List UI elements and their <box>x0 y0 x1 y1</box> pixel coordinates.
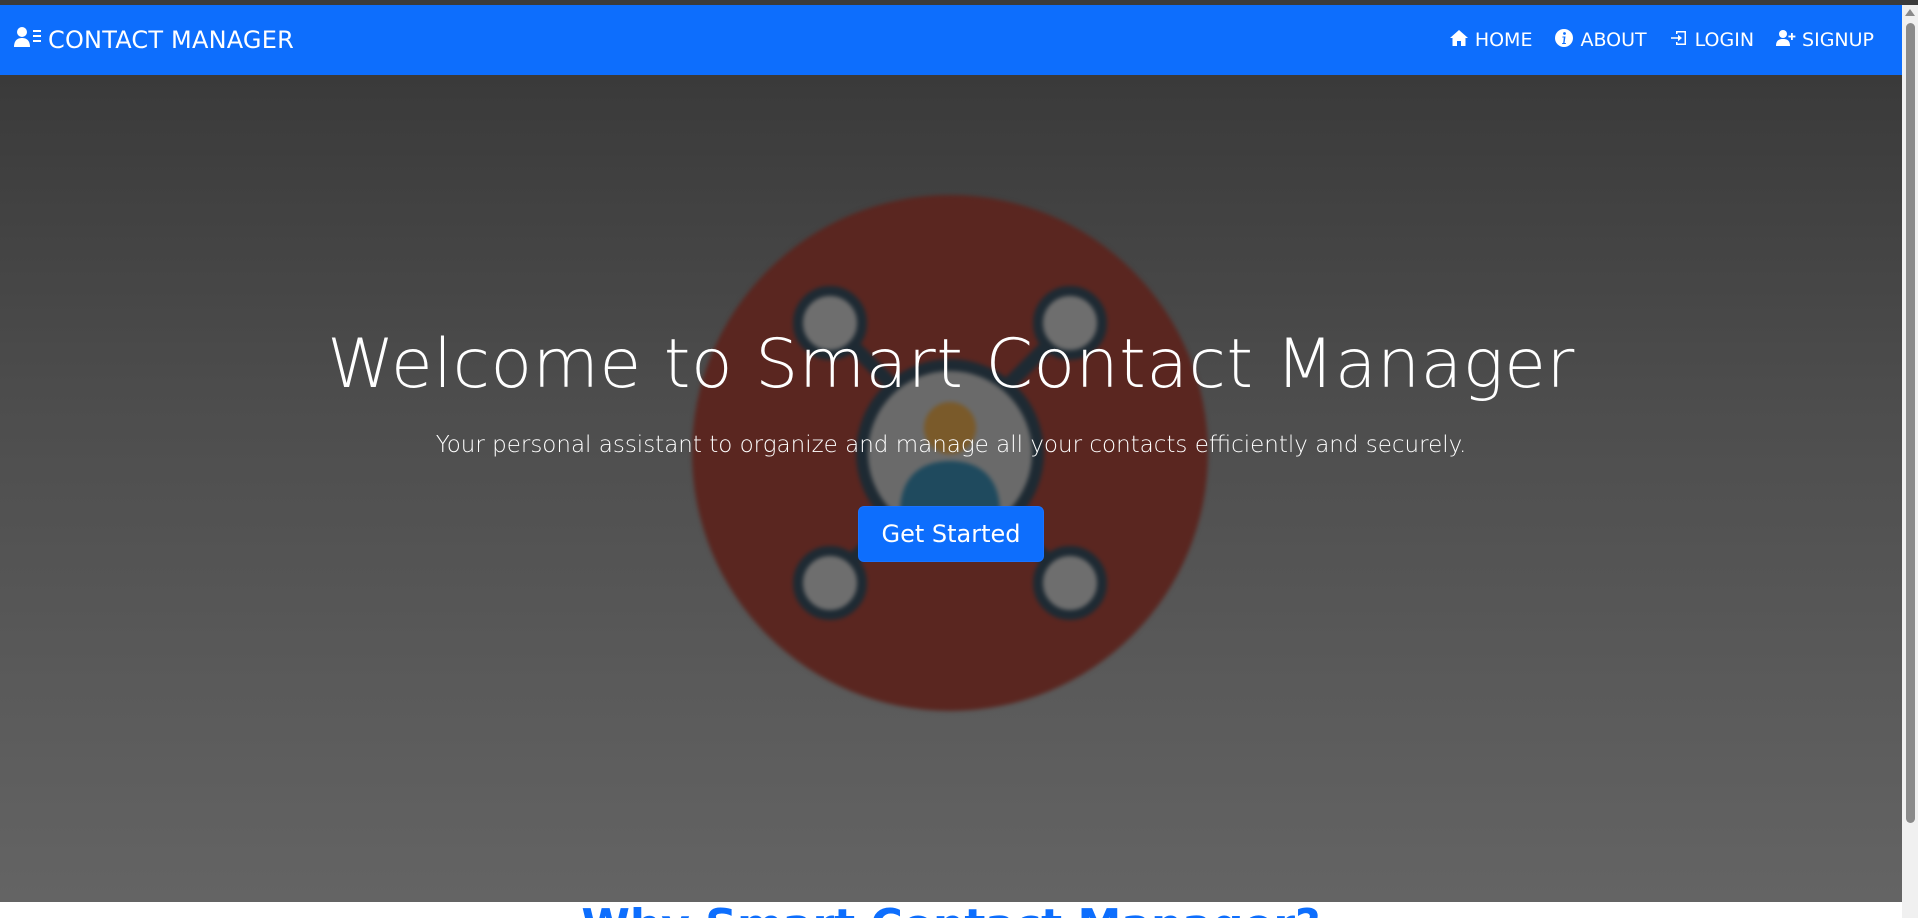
get-started-button[interactable]: Get Started <box>858 506 1044 562</box>
next-section-heading: Why Smart Contact Manager? <box>581 904 1320 918</box>
nav-about-link[interactable]: ABOUT <box>1554 28 1647 53</box>
nav-about-label: ABOUT <box>1580 29 1647 51</box>
user-list-icon <box>14 26 42 54</box>
nav-links: HOME ABOUT LOGIN SIGNUP <box>1449 28 1874 53</box>
hero-subtitle: Your personal assistant to organize and … <box>435 432 1467 458</box>
brand-label: CONTACT MANAGER <box>48 26 294 54</box>
nav-login-label: LOGIN <box>1694 29 1755 51</box>
scroll-up-arrow-icon[interactable] <box>1905 9 1915 16</box>
nav-home-label: HOME <box>1474 29 1533 51</box>
brand[interactable]: CONTACT MANAGER <box>14 26 294 54</box>
nav-signup-link[interactable]: SIGNUP <box>1776 28 1874 53</box>
nav-login-link[interactable]: LOGIN <box>1669 28 1754 53</box>
page-scrollbar[interactable] <box>1902 5 1918 918</box>
scrollbar-thumb[interactable] <box>1906 23 1915 823</box>
navbar: CONTACT MANAGER HOME ABOUT LOGIN SIGNUP <box>0 5 1902 75</box>
nav-signup-label: SIGNUP <box>1802 29 1874 51</box>
info-icon <box>1554 28 1574 53</box>
user-plus-icon <box>1776 28 1796 53</box>
home-icon <box>1449 28 1469 53</box>
login-icon <box>1669 28 1689 53</box>
nav-home-link[interactable]: HOME <box>1449 28 1533 53</box>
hero-title: Welcome to Smart Contact Manager <box>327 325 1575 404</box>
hero-content: Welcome to Smart Contact Manager Your pe… <box>0 325 1902 562</box>
hero-section: Welcome to Smart Contact Manager Your pe… <box>0 75 1902 902</box>
next-section-peek: Why Smart Contact Manager? <box>0 902 1902 918</box>
